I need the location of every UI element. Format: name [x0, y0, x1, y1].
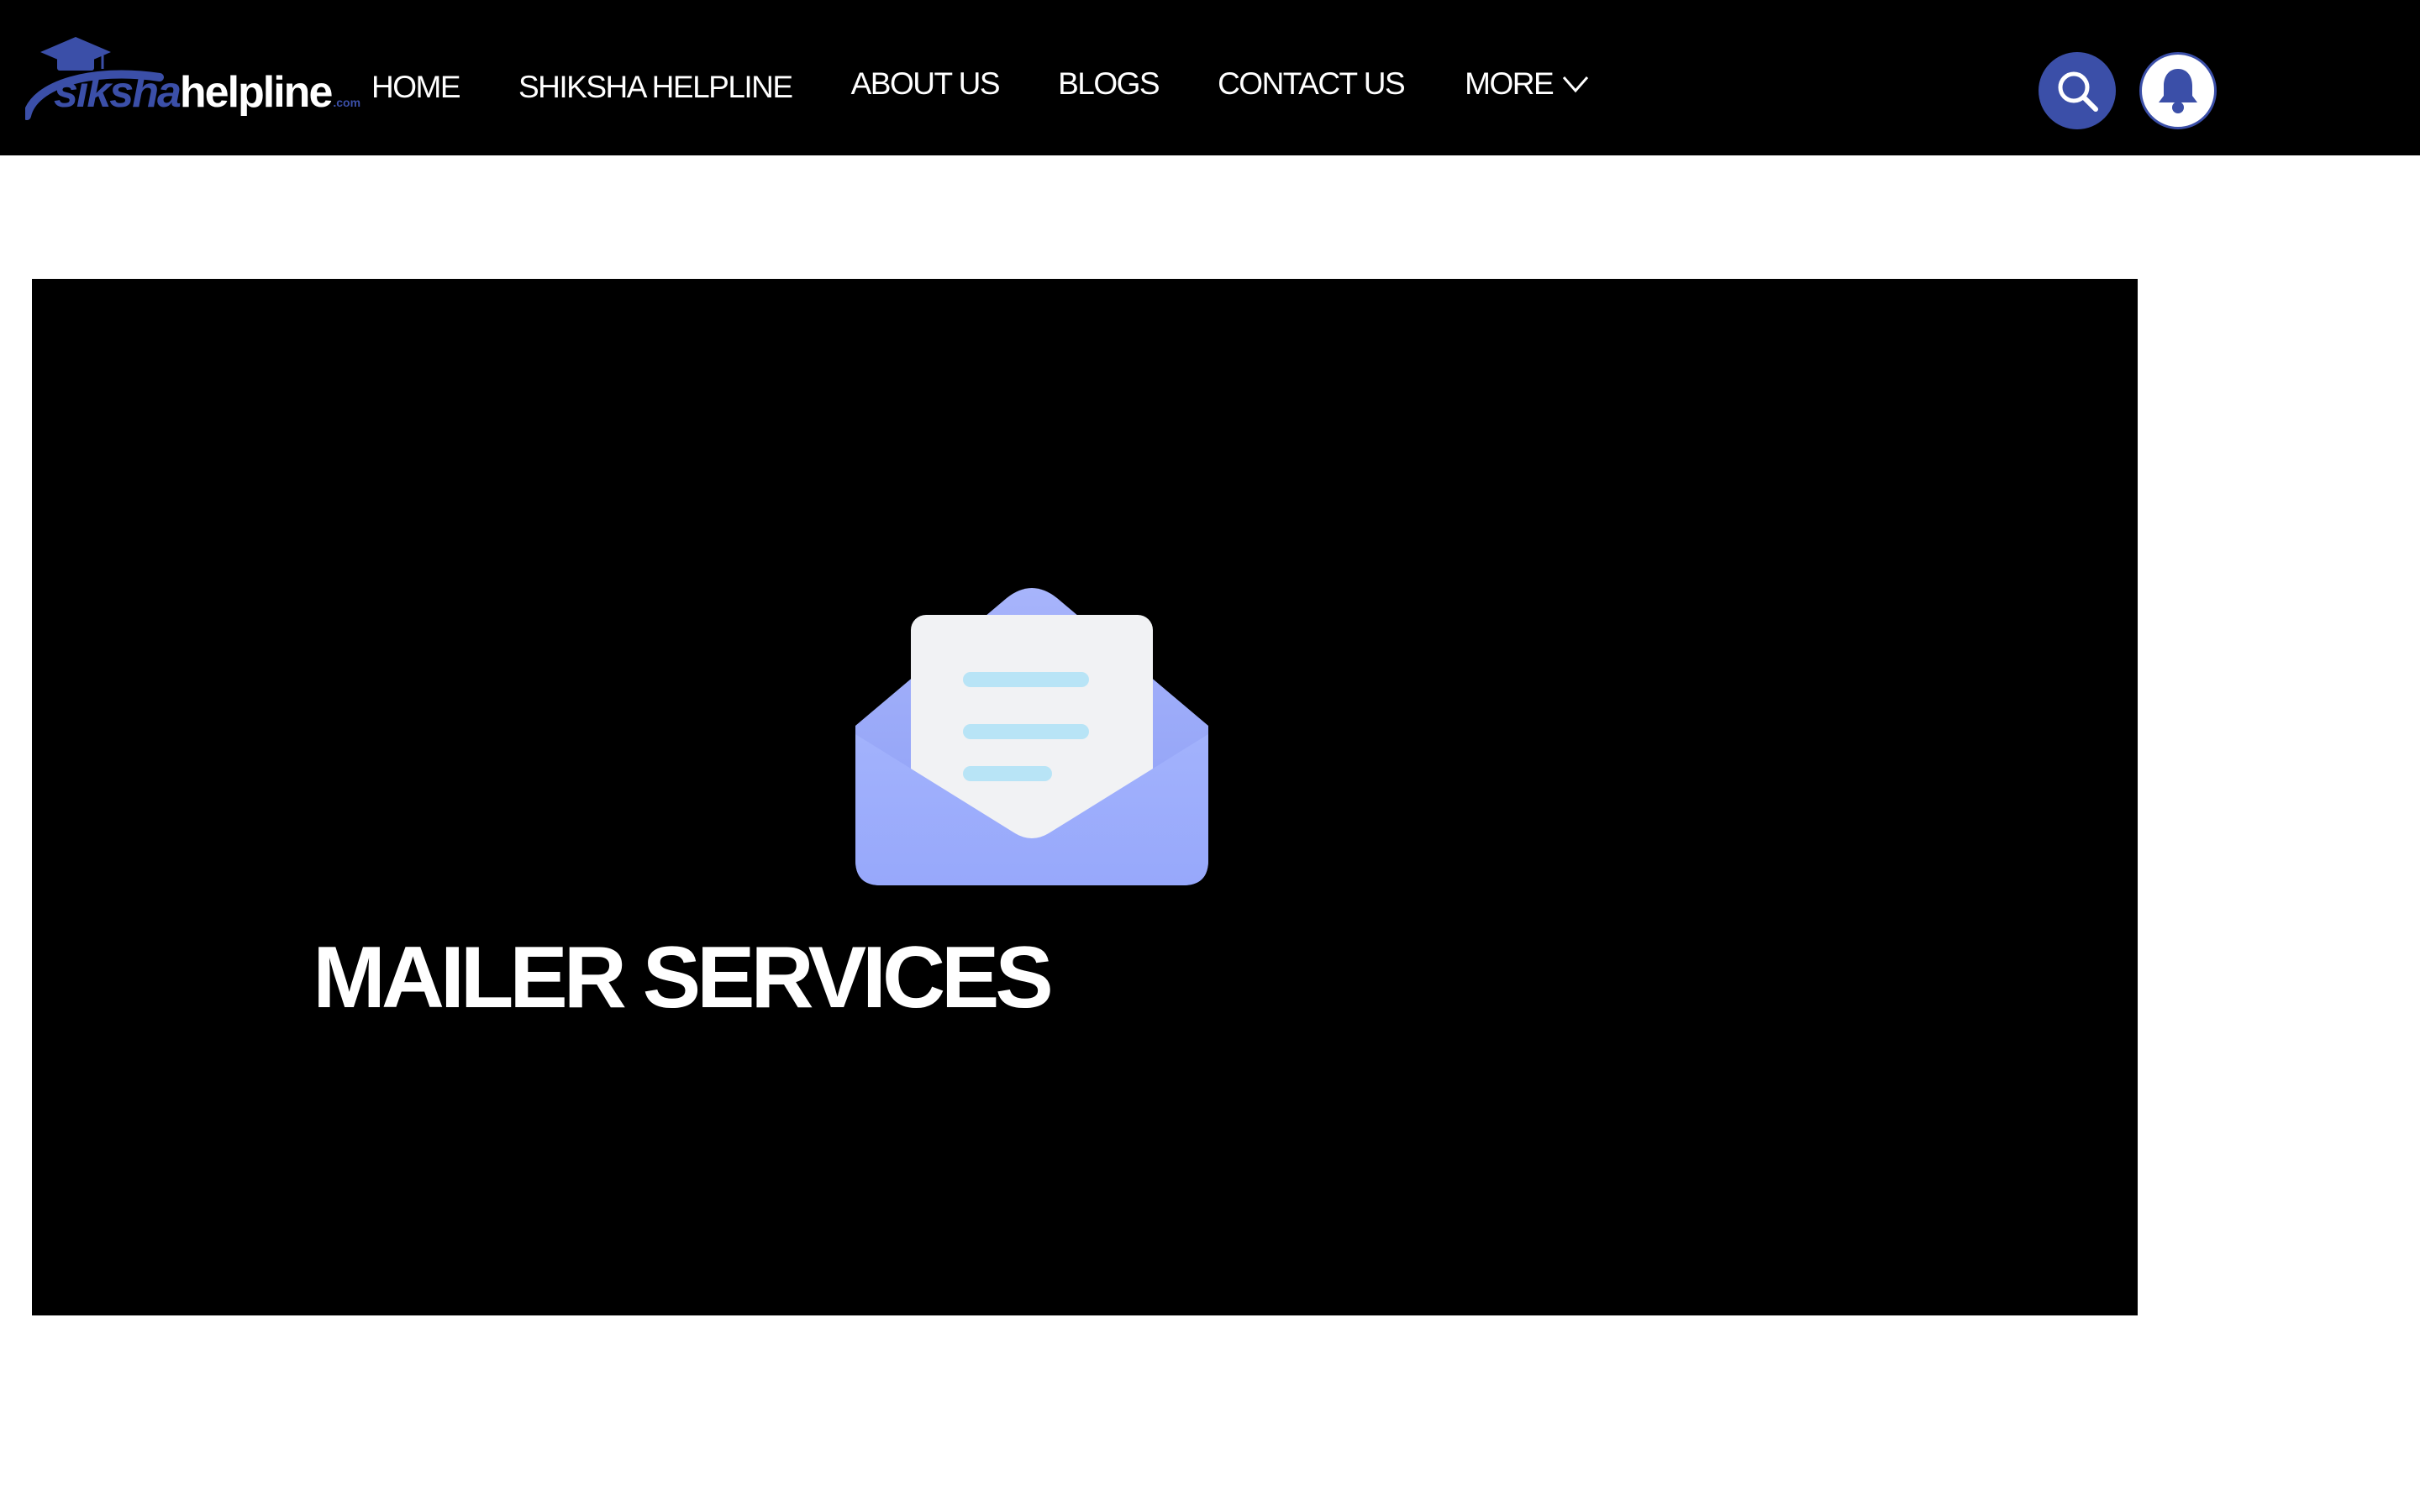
hero-title: MAILER SERVICES	[313, 929, 1054, 1026]
bell-icon	[2159, 69, 2197, 113]
nav-shiksha-helpline[interactable]: SHIKSHA HELPLINE	[518, 70, 793, 105]
logo-word-siksha: siksha	[54, 68, 182, 117]
open-envelope-icon	[855, 583, 1208, 885]
nav-contact-us[interactable]: CONTACT US	[1218, 66, 1406, 102]
top-navigation-bar: sikshahelpline .com HOME SHIKSHA HELPLINE…	[0, 0, 2420, 155]
site-logo[interactable]: sikshahelpline .com	[25, 34, 360, 126]
nav-more-label: MORE	[1465, 66, 1555, 101]
notifications-button[interactable]	[2139, 52, 2217, 129]
search-button[interactable]	[2039, 52, 2116, 129]
search-icon	[2058, 71, 2098, 112]
nav-about-us[interactable]: ABOUT US	[851, 66, 1001, 102]
hero-banner: MAILER SERVICES	[32, 279, 2138, 1315]
logo-word-helpline: helpline	[179, 68, 333, 117]
nav-blogs[interactable]: BLOGS	[1058, 66, 1160, 102]
logo-wordmark: sikshahelpline .com	[54, 71, 360, 114]
nav-more-dropdown[interactable]: MORE	[1465, 66, 1590, 102]
main-nav: HOME SHIKSHA HELPLINE ABOUT US BLOGS CON…	[371, 59, 1590, 109]
chevron-down-icon	[1561, 66, 1590, 102]
logo-domain: .com	[333, 96, 361, 109]
nav-home[interactable]: HOME	[371, 70, 461, 105]
